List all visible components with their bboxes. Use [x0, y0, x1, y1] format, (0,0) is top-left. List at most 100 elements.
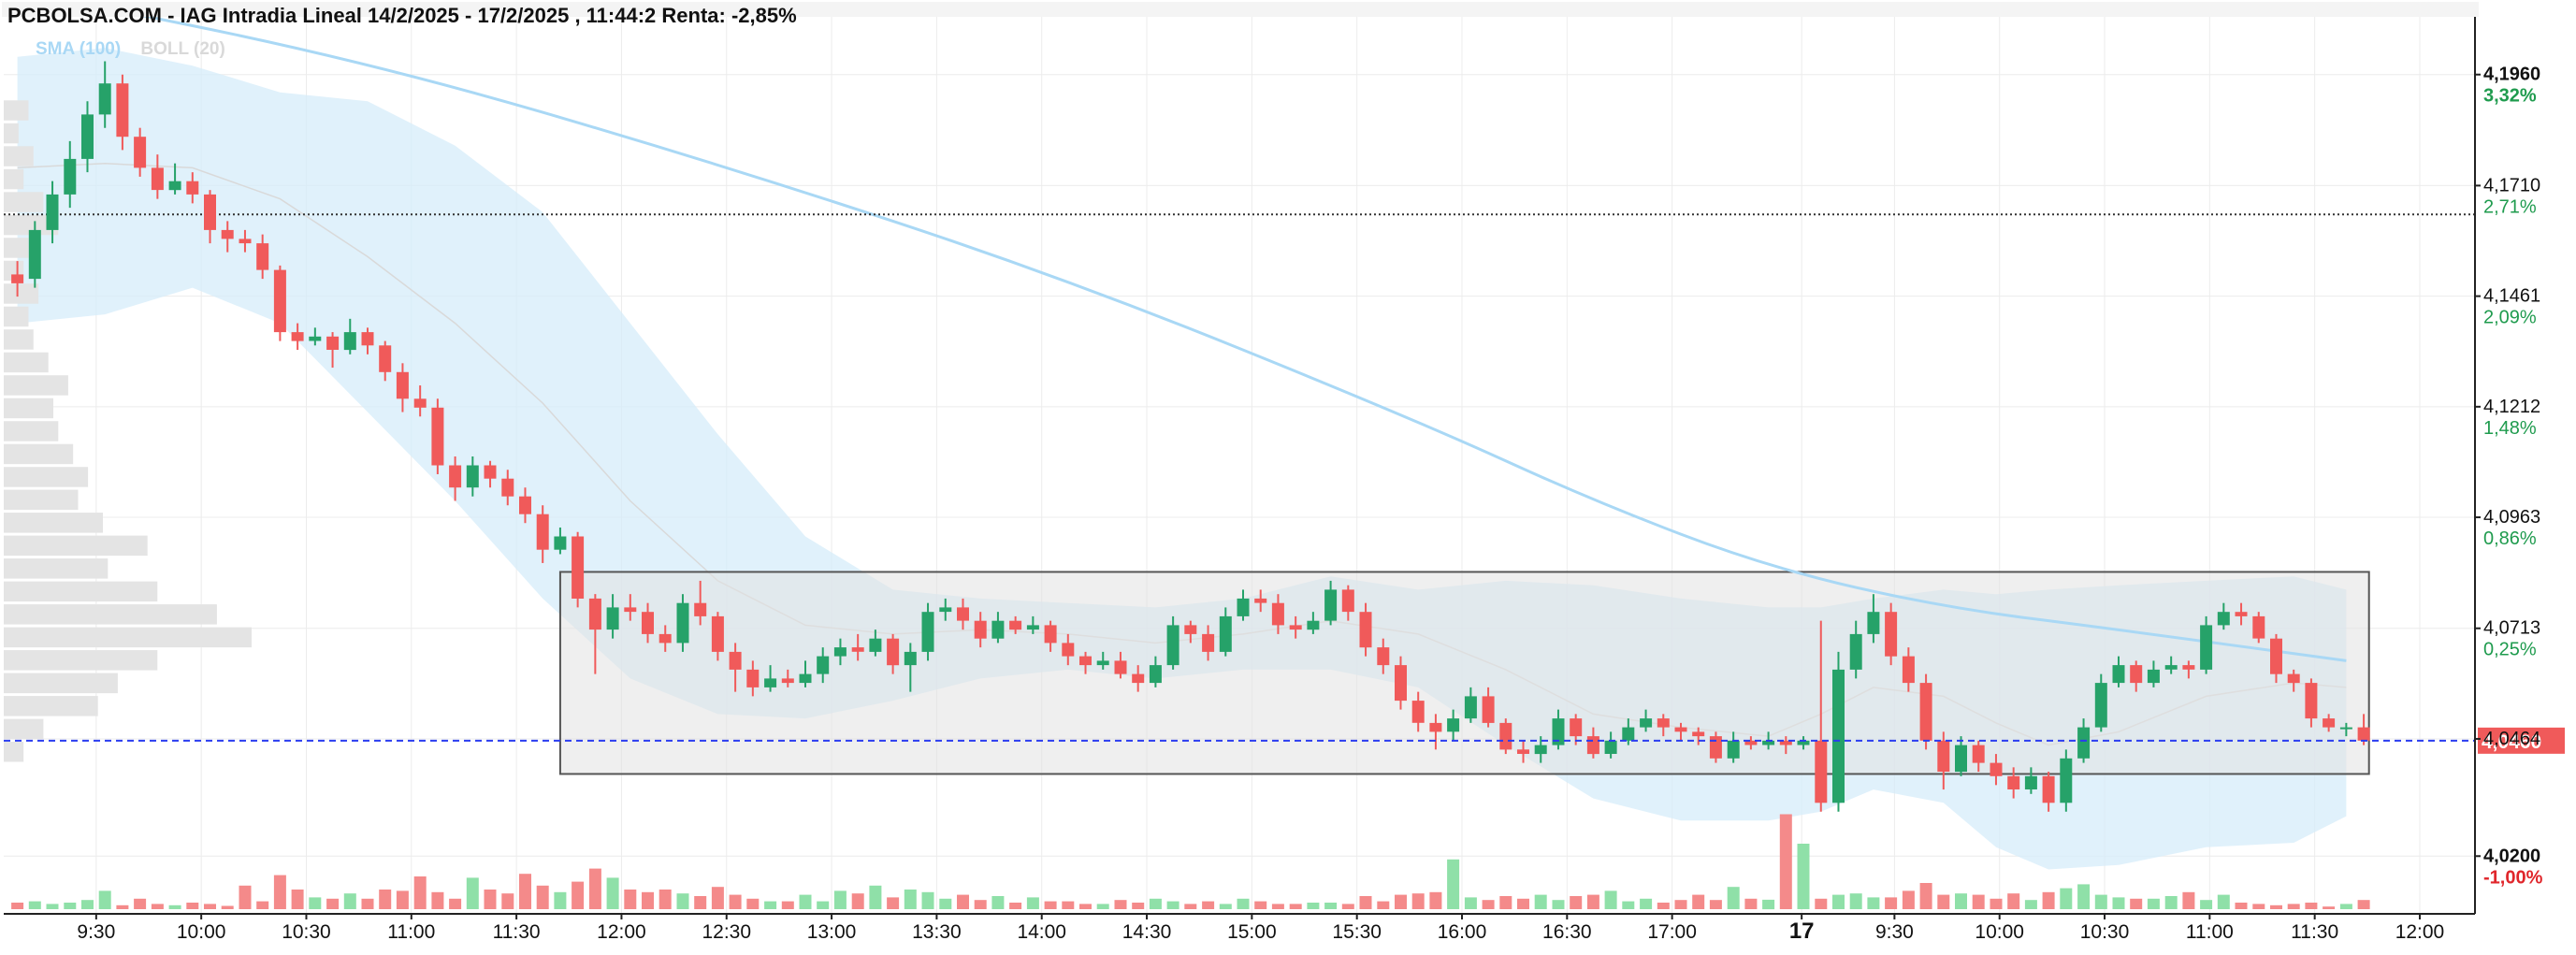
- volume-bar: [1114, 900, 1127, 909]
- volume-bar: [1534, 894, 1547, 909]
- candle-body: [1254, 598, 1267, 603]
- percent-label: 3,32%: [2483, 86, 2537, 107]
- volume-bar: [676, 893, 689, 909]
- percent-label: 0,86%: [2483, 528, 2537, 549]
- candle: [28, 221, 41, 288]
- volume-profile-bar: [4, 718, 44, 740]
- time-label: 13:00: [807, 921, 857, 943]
- volume-bar: [588, 868, 601, 909]
- volume-profile-bar: [4, 329, 34, 350]
- candle-body: [642, 612, 654, 634]
- volume-bar: [11, 903, 24, 909]
- candle-body: [1867, 612, 1880, 634]
- volume-bar: [449, 898, 462, 909]
- volume-bar: [2164, 896, 2178, 909]
- candle-body: [851, 647, 864, 652]
- candle-body: [466, 465, 479, 488]
- candle-body: [1937, 740, 1950, 772]
- volume-bar: [2323, 906, 2336, 909]
- volume-bar: [1044, 901, 1057, 909]
- volume-bar: [1709, 900, 1722, 909]
- candle-body: [711, 615, 724, 652]
- volume-bar: [1902, 890, 1915, 909]
- candle-body: [1184, 625, 1197, 634]
- candle-body: [536, 514, 549, 550]
- candle: [2252, 612, 2265, 644]
- volume-bar: [116, 904, 129, 909]
- volume-profile-bar: [4, 696, 98, 716]
- candle: [431, 398, 444, 474]
- volume-bar: [833, 890, 847, 909]
- candle-body: [1219, 615, 1232, 652]
- volume-bar: [1744, 898, 1758, 909]
- candle-body: [1166, 625, 1179, 666]
- volume-bar: [1202, 901, 1215, 909]
- volume-bar: [1009, 903, 1022, 909]
- volume-bar: [694, 896, 707, 909]
- volume-bar: [81, 900, 94, 909]
- candle-body: [1062, 643, 1075, 657]
- volume-bar: [1289, 904, 1302, 909]
- candle-body: [869, 638, 882, 652]
- candle-body: [729, 651, 742, 670]
- percent-label: 2,09%: [2483, 308, 2537, 328]
- candle-body: [361, 332, 374, 346]
- candle-body: [1692, 731, 1705, 737]
- volume-bar: [991, 896, 1005, 909]
- candle-body: [1079, 656, 1092, 666]
- volume-bar: [1184, 904, 1197, 909]
- candle-body: [833, 647, 847, 657]
- candle-body: [239, 239, 252, 244]
- volume-bar: [151, 904, 164, 909]
- volume-bar: [2077, 884, 2091, 909]
- percent-label: 2,71%: [2483, 196, 2537, 217]
- volume-bar: [939, 898, 952, 909]
- volume-bar: [711, 887, 724, 909]
- volume-bar: [624, 890, 637, 909]
- time-label: 12:00: [2395, 921, 2445, 943]
- candle-body: [1202, 633, 1215, 652]
- candle-body: [1955, 745, 1967, 773]
- volume-bar: [746, 898, 760, 909]
- volume-bar: [46, 904, 59, 909]
- candle: [1499, 718, 1512, 755]
- candle-body: [1149, 665, 1162, 684]
- candle-body: [396, 371, 409, 399]
- time-label: 16:00: [1438, 921, 1487, 943]
- volume-bar: [134, 898, 147, 909]
- candle-body: [204, 194, 216, 230]
- candle-body: [2147, 669, 2160, 684]
- candle-body: [1307, 620, 1320, 630]
- range-box: [558, 571, 2370, 775]
- candle-body: [1657, 718, 1670, 728]
- volume-profile-bar: [4, 489, 79, 511]
- volume-bar: [431, 891, 444, 909]
- chart-root: 4,0460 4,1960 3,32% 4,1710 2,71% 4,1461 2,09%…: [0, 0, 2576, 950]
- time-label: 9:30: [1875, 921, 1914, 943]
- time-label: 10:30: [282, 921, 331, 943]
- price-label: 4,1212: [2483, 397, 2540, 417]
- volume-bar: [869, 885, 882, 909]
- candle-body: [291, 332, 304, 341]
- volume-profile-bar: [4, 192, 44, 212]
- volume-bar: [1307, 903, 1320, 909]
- volume-profile-bar: [4, 650, 158, 671]
- legend-entry: BOLL (20): [140, 39, 224, 59]
- candle-body: [2164, 665, 2178, 670]
- volume-bar: [1271, 904, 1284, 909]
- candle-body: [1885, 612, 1898, 657]
- candle-body: [2217, 612, 2230, 626]
- volume-bar: [1324, 903, 1338, 909]
- volume-bar: [309, 897, 322, 909]
- candle-body: [1604, 740, 1617, 754]
- candle: [1885, 602, 1898, 666]
- volume-bar: [572, 881, 585, 909]
- volume-bar: [1640, 898, 1653, 909]
- volume-bar: [1237, 898, 1250, 909]
- candle-body: [606, 607, 619, 630]
- candle-body: [2339, 727, 2352, 730]
- volume-bar: [2339, 904, 2352, 909]
- candle-body: [588, 598, 601, 630]
- candle-body: [2042, 775, 2055, 803]
- volume-bar: [519, 874, 531, 909]
